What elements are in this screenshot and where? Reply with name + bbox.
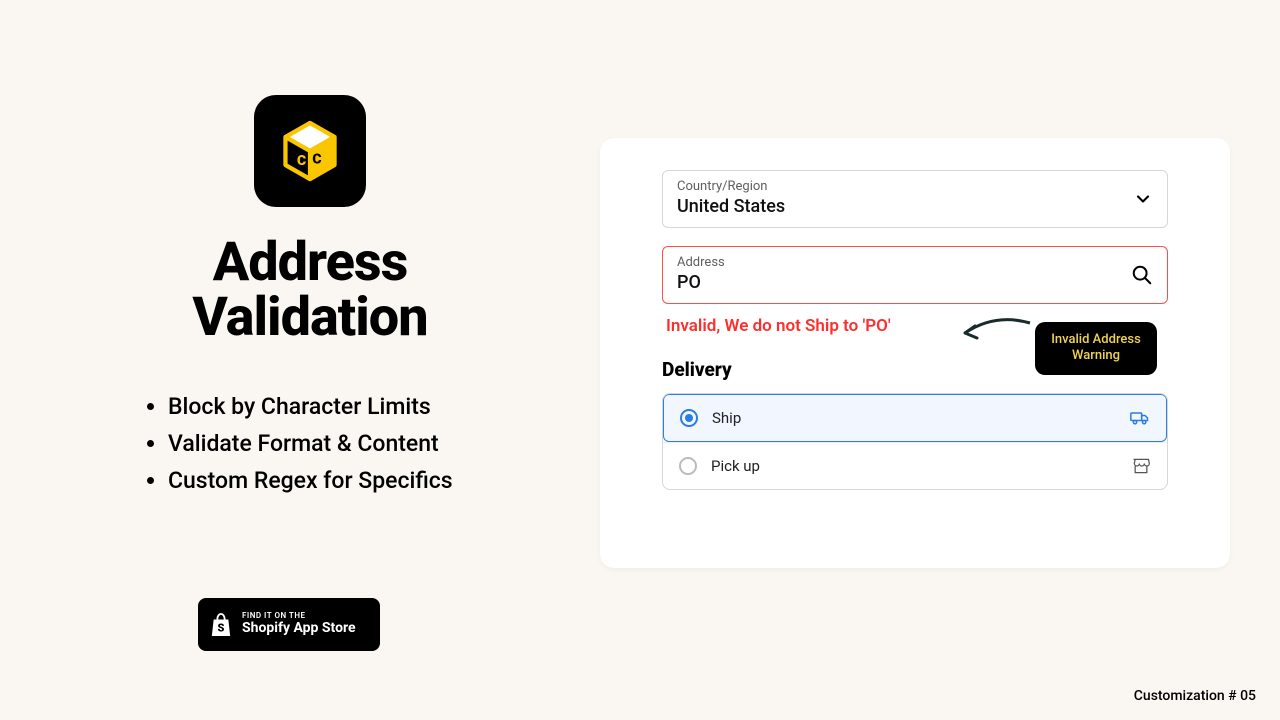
country-region-select[interactable]: Country/Region United States [662, 170, 1168, 228]
shopify-bag-icon: S [210, 612, 232, 638]
shopify-app-store-badge[interactable]: S FIND IT ON THE Shopify App Store [198, 598, 380, 651]
page-title: Address Validation [110, 235, 510, 345]
feature-item: Custom Regex for Specifics [168, 467, 510, 494]
delivery-option-pickup[interactable]: Pick up [663, 442, 1167, 489]
cube-logo-icon: C C [275, 116, 345, 186]
svg-text:S: S [218, 621, 225, 634]
address-label: Address [677, 255, 1153, 270]
address-value: PO [677, 272, 1153, 293]
svg-text:C: C [312, 152, 321, 168]
country-label: Country/Region [677, 179, 1153, 194]
ship-label: Ship [712, 409, 741, 427]
app-icon: C C [254, 95, 366, 207]
radio-ship[interactable] [680, 409, 698, 427]
chevron-down-icon [1133, 189, 1153, 209]
feature-list: Block by Character Limits Validate Forma… [110, 393, 510, 494]
footer-tag: Customization # 05 [1134, 688, 1256, 704]
delivery-options: Ship Pick up [662, 393, 1168, 490]
radio-pickup[interactable] [679, 457, 697, 475]
delivery-option-ship[interactable]: Ship [663, 394, 1167, 442]
feature-item: Block by Character Limits [168, 393, 510, 420]
feature-item: Validate Format & Content [168, 430, 510, 457]
svg-text:C: C [297, 153, 306, 169]
badge-text: FIND IT ON THE Shopify App Store [242, 612, 356, 636]
truck-icon [1130, 408, 1150, 428]
address-input[interactable]: Address PO [662, 246, 1168, 304]
annotation-bubble: Invalid Address Warning [1035, 322, 1157, 375]
country-value: United States [677, 196, 1153, 217]
store-icon [1131, 456, 1151, 476]
search-icon[interactable] [1131, 264, 1153, 286]
pickup-label: Pick up [711, 457, 760, 475]
